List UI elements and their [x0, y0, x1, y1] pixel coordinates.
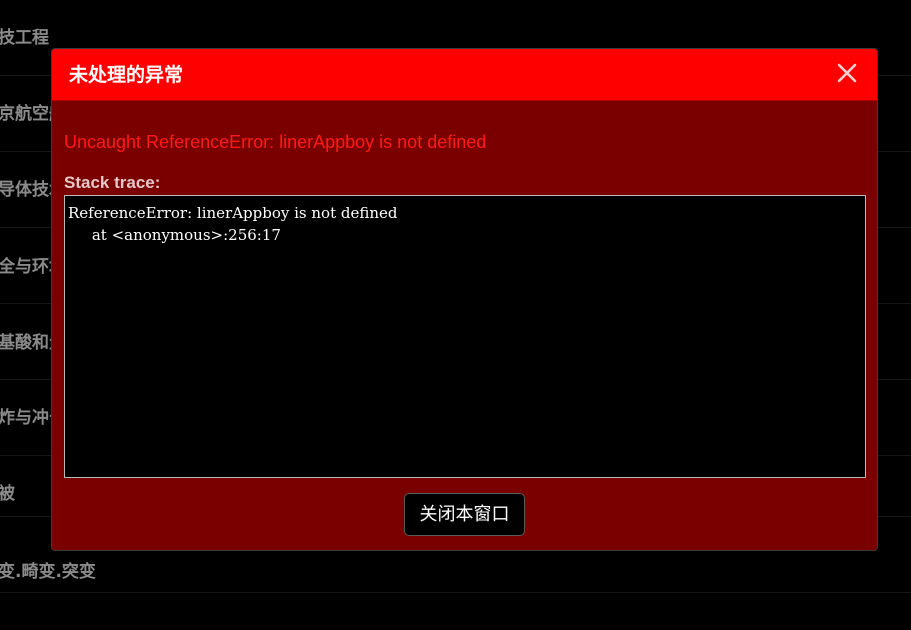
list-item-label: 技工程 — [0, 28, 49, 48]
dialog-header: 未处理的异常 — [52, 49, 877, 101]
dialog-title: 未处理的异常 — [69, 64, 184, 86]
close-icon[interactable] — [835, 61, 859, 85]
stack-trace-textarea[interactable]: ReferenceError: linerAppboy is not defin… — [64, 195, 866, 478]
error-message: Uncaught ReferenceError: linerAppboy is … — [64, 132, 487, 152]
stack-trace-label: Stack trace: — [64, 173, 161, 192]
error-dialog: 未处理的异常 Uncaught ReferenceError: linerApp… — [51, 48, 878, 551]
list-item-label: 变.畸变.突变 — [0, 562, 96, 582]
close-window-button[interactable]: 关闭本窗口 — [404, 493, 525, 536]
list-item-label: 被 — [0, 484, 15, 504]
page: 技工程 京航空航 导体技术 全与环境 基酸和生 炸与冲击 被 变.畸变.突变 未… — [0, 0, 911, 630]
